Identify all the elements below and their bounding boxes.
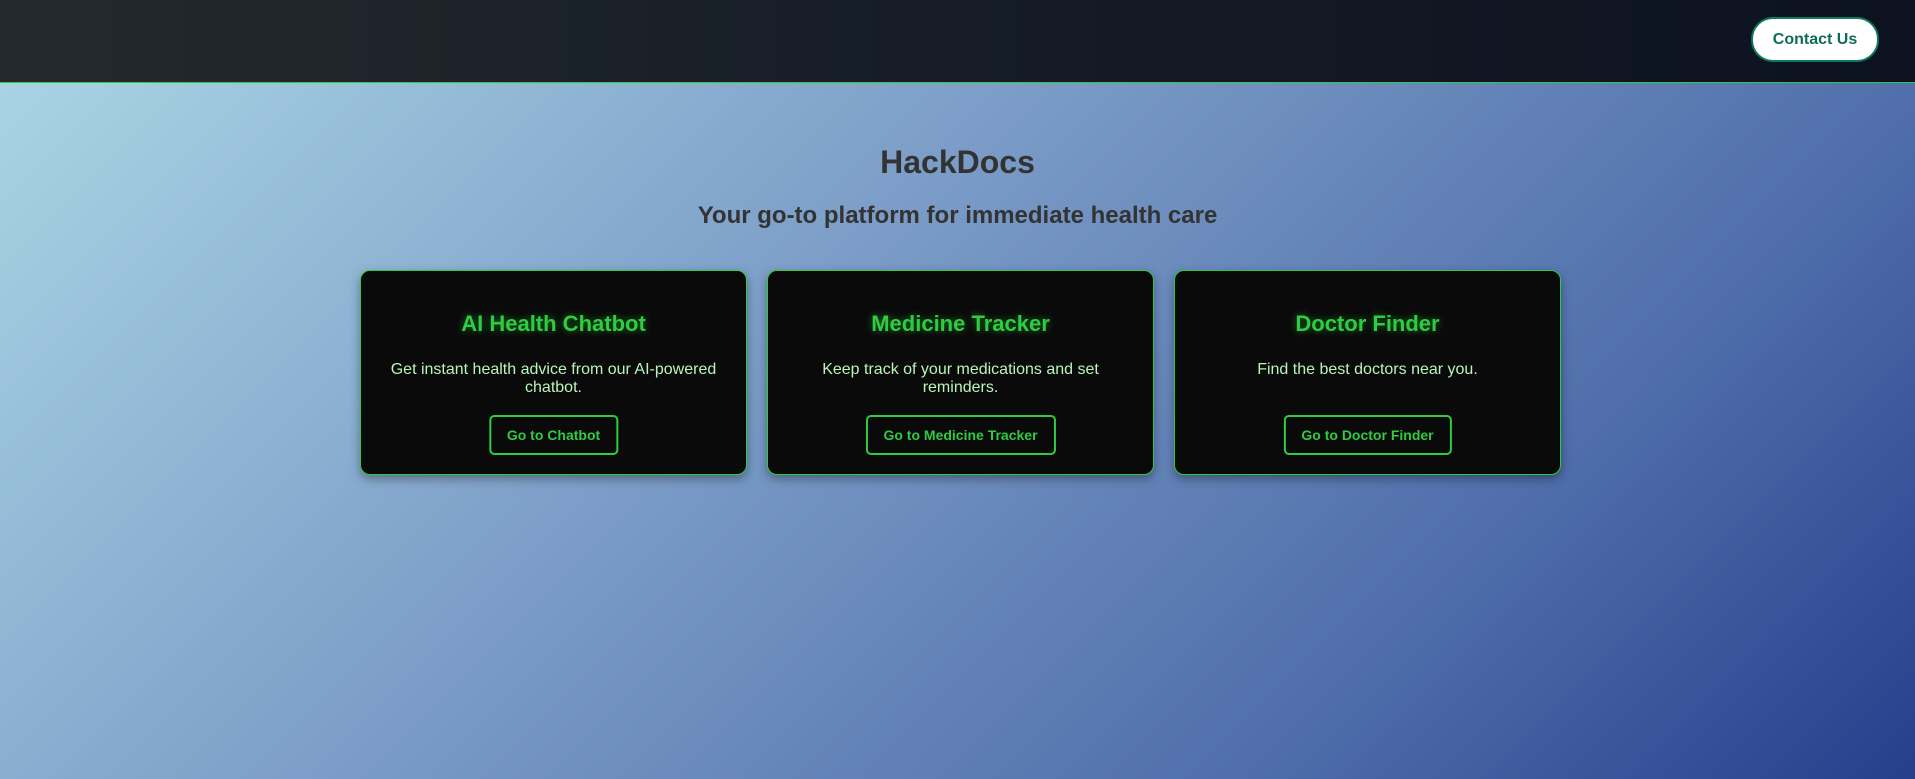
go-to-chatbot-button[interactable]: Go to Chatbot [488,415,619,455]
card-description: Get instant health advice from our AI-po… [390,361,717,396]
card-title: Doctor Finder [1295,311,1440,336]
card-description: Find the best doctors near you. [1257,361,1478,378]
card-ai-health-chatbot: AI Health Chatbot Get instant health adv… [360,270,747,475]
page-title: HackDocs [880,144,1035,180]
card-title: AI Health Chatbot [461,311,646,336]
contact-us-button[interactable]: Contact Us [1751,17,1879,62]
card-medicine-tracker: Medicine Tracker Keep track of your medi… [767,270,1154,475]
feature-cards: AI Health Chatbot Get instant health adv… [360,270,1561,475]
card-description: Keep track of your medications and set r… [822,361,1099,396]
go-to-medicine-tracker-button[interactable]: Go to Medicine Tracker [865,415,1056,455]
page-subtitle: Your go-to platform for immediate health… [697,202,1218,229]
go-to-doctor-finder-button[interactable]: Go to Doctor Finder [1283,415,1452,455]
card-doctor-finder: Doctor Finder Find the best doctors near… [1174,270,1561,475]
card-title: Medicine Tracker [871,311,1050,336]
top-navbar: Contact Us [0,0,1915,83]
